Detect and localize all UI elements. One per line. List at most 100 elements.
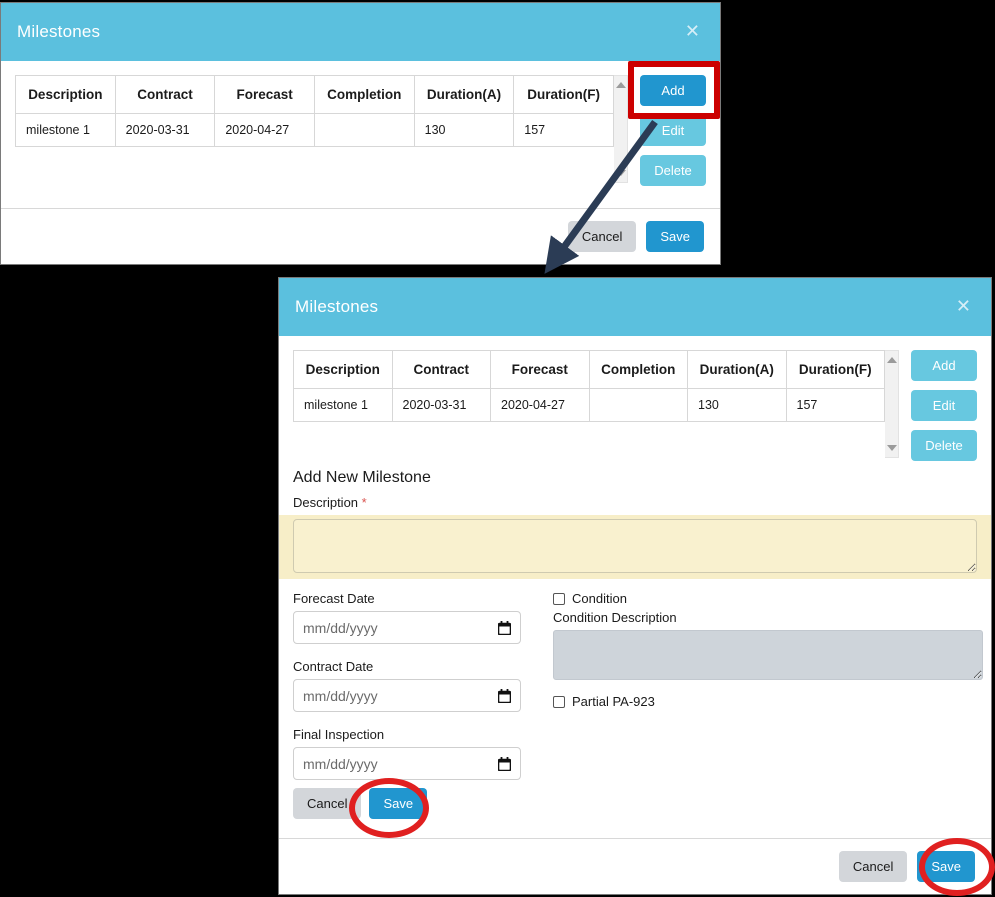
column-header-completion: Completion xyxy=(589,351,688,389)
milestones-dialog-top: Milestones ✕ Description Contract Foreca… xyxy=(0,2,721,265)
scroll-up-arrow-icon[interactable] xyxy=(616,82,626,88)
form-save-button[interactable]: Save xyxy=(369,788,427,819)
condition-checkbox-label: Condition xyxy=(572,591,627,606)
cell-duration-f: 157 xyxy=(514,114,614,147)
contract-date-placeholder: mm/dd/yyyy xyxy=(303,688,378,704)
grid-scrollpane-top: Description Contract Forecast Completion… xyxy=(15,75,614,183)
side-buttons-top: Add Edit Delete xyxy=(640,75,706,186)
form-inline-actions: Cancel Save xyxy=(293,788,537,819)
column-header-contract: Contract xyxy=(392,351,491,389)
partial-pa923-checkbox-row[interactable]: Partial PA-923 xyxy=(553,694,983,709)
condition-description-label: Condition Description xyxy=(553,610,983,625)
table-scrollbar-top[interactable] xyxy=(614,75,628,183)
cell-contract: 2020-03-31 xyxy=(392,389,491,422)
table-empty-row xyxy=(16,147,614,183)
table-empty-cell xyxy=(16,147,614,183)
delete-button[interactable]: Delete xyxy=(640,155,706,186)
page-title: Milestones xyxy=(17,22,100,42)
form-right-column: Condition Condition Description Partial … xyxy=(537,591,983,819)
edit-button[interactable]: Edit xyxy=(911,390,977,421)
description-label-text: Description xyxy=(293,495,358,510)
table-empty-cell xyxy=(294,422,885,454)
table-header-row: Description Contract Forecast Completion… xyxy=(294,351,885,389)
form-columns: Forecast Date mm/dd/yyyy xyxy=(293,591,977,819)
condition-checkbox[interactable] xyxy=(553,593,565,605)
final-inspection-placeholder: mm/dd/yyyy xyxy=(303,756,378,772)
cell-completion xyxy=(589,389,688,422)
column-header-duration-f: Duration(F) xyxy=(786,351,885,389)
contract-date-input[interactable]: mm/dd/yyyy xyxy=(293,679,521,712)
dialog-footer-bottom: Cancel Save xyxy=(279,838,991,894)
page-title-bottom: Milestones xyxy=(295,297,378,317)
table-row[interactable]: milestone 1 2020-03-31 2020-04-27 130 15… xyxy=(16,114,614,147)
condition-description-input[interactable] xyxy=(553,630,983,680)
cancel-button[interactable]: Cancel xyxy=(839,851,907,882)
dialog-header-top: Milestones ✕ xyxy=(1,3,720,61)
scroll-up-arrow-icon[interactable] xyxy=(887,357,897,363)
cell-duration-f: 157 xyxy=(786,389,885,422)
description-highlight-band xyxy=(279,515,991,579)
forecast-date-label: Forecast Date xyxy=(293,591,537,606)
contract-date-label: Contract Date xyxy=(293,659,537,674)
cell-completion xyxy=(314,114,414,147)
add-button[interactable]: Add xyxy=(911,350,977,381)
final-inspection-label: Final Inspection xyxy=(293,727,537,742)
table-header-row: Description Contract Forecast Completion… xyxy=(16,76,614,114)
column-header-duration-a: Duration(A) xyxy=(688,351,787,389)
table-scrollbar-bottom[interactable] xyxy=(885,350,899,458)
close-icon[interactable]: ✕ xyxy=(681,21,704,43)
form-section-title: Add New Milestone xyxy=(293,469,977,487)
save-button[interactable]: Save xyxy=(646,221,704,252)
column-header-forecast: Forecast xyxy=(215,76,315,114)
column-header-description: Description xyxy=(16,76,116,114)
dialog-body-top: Description Contract Forecast Completion… xyxy=(1,61,720,192)
side-buttons-bottom: Add Edit Delete xyxy=(911,350,977,461)
scroll-down-arrow-icon[interactable] xyxy=(887,445,897,451)
condition-checkbox-row[interactable]: Condition xyxy=(553,591,983,606)
cell-forecast: 2020-04-27 xyxy=(215,114,315,147)
partial-pa923-label: Partial PA-923 xyxy=(572,694,655,709)
cell-contract: 2020-03-31 xyxy=(115,114,215,147)
cell-duration-a: 130 xyxy=(414,114,514,147)
cell-duration-a: 130 xyxy=(688,389,787,422)
description-label: Description * xyxy=(293,495,977,510)
grid-wrap-top: Description Contract Forecast Completion… xyxy=(1,61,720,192)
grid-wrap-bottom: Description Contract Forecast Completion… xyxy=(279,336,991,465)
form-cancel-button[interactable]: Cancel xyxy=(293,788,361,819)
grid-scrollpane-bottom: Description Contract Forecast Completion… xyxy=(293,350,885,454)
column-header-duration-a: Duration(A) xyxy=(414,76,514,114)
forecast-date-input[interactable]: mm/dd/yyyy xyxy=(293,611,521,644)
screenshot-stage: Milestones ✕ Description Contract Foreca… xyxy=(0,0,995,897)
add-milestone-form: Add New Milestone Description * Forecast… xyxy=(279,469,991,829)
cell-description: milestone 1 xyxy=(294,389,393,422)
milestones-table-top: Description Contract Forecast Completion… xyxy=(15,75,614,183)
milestones-table-bottom: Description Contract Forecast Completion… xyxy=(293,350,885,454)
scroll-down-arrow-icon[interactable] xyxy=(616,170,626,176)
close-icon[interactable]: ✕ xyxy=(952,296,975,318)
calendar-icon[interactable] xyxy=(498,757,511,771)
column-header-completion: Completion xyxy=(314,76,414,114)
milestones-dialog-bottom: Milestones ✕ Description Contract Foreca… xyxy=(278,277,992,895)
delete-button[interactable]: Delete xyxy=(911,430,977,461)
description-input[interactable] xyxy=(293,519,977,573)
cell-description: milestone 1 xyxy=(16,114,116,147)
cell-forecast: 2020-04-27 xyxy=(491,389,590,422)
partial-pa923-checkbox[interactable] xyxy=(553,696,565,708)
column-header-description: Description xyxy=(294,351,393,389)
table-empty-row xyxy=(294,422,885,454)
calendar-icon[interactable] xyxy=(498,621,511,635)
column-header-contract: Contract xyxy=(115,76,215,114)
form-left-column: Forecast Date mm/dd/yyyy xyxy=(293,591,537,819)
save-button[interactable]: Save xyxy=(917,851,975,882)
edit-button[interactable]: Edit xyxy=(640,115,706,146)
add-button[interactable]: Add xyxy=(640,75,706,106)
dialog-body-bottom: Description Contract Forecast Completion… xyxy=(279,336,991,829)
calendar-icon[interactable] xyxy=(498,689,511,703)
required-asterisk: * xyxy=(362,495,367,510)
cancel-button[interactable]: Cancel xyxy=(568,221,636,252)
column-header-forecast: Forecast xyxy=(491,351,590,389)
table-row[interactable]: milestone 1 2020-03-31 2020-04-27 130 15… xyxy=(294,389,885,422)
dialog-footer-top: Cancel Save xyxy=(1,208,720,264)
forecast-date-placeholder: mm/dd/yyyy xyxy=(303,620,378,636)
final-inspection-input[interactable]: mm/dd/yyyy xyxy=(293,747,521,780)
